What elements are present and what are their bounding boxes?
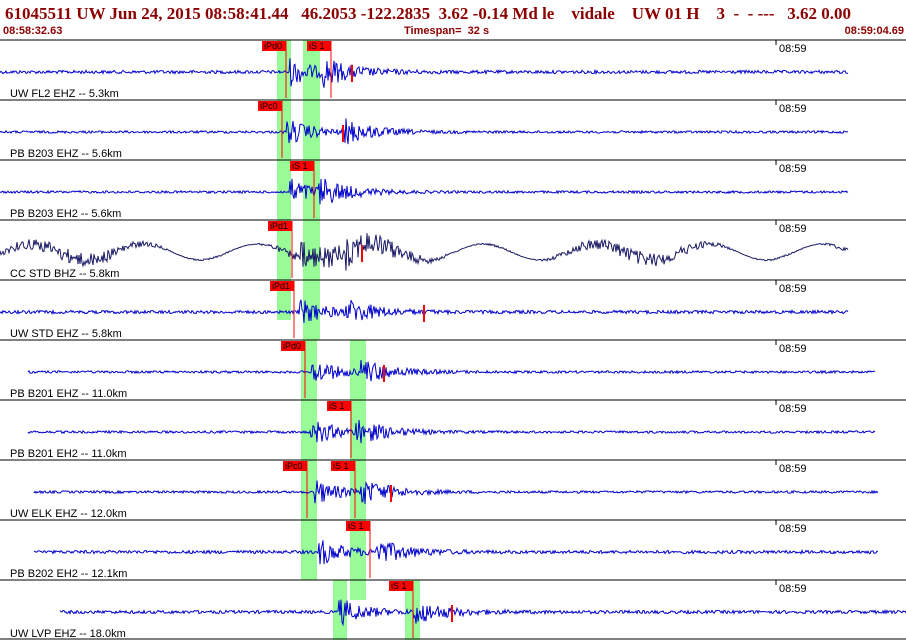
channel-label: PB B201 EHZ -- 11.0km [10,388,127,400]
time-tick-label: 08:59 [779,43,807,55]
waveform [33,480,879,504]
pick-label: iPd0 [264,41,282,51]
pick-label: iS 1 [309,41,325,51]
time-tick-label: 08:59 [779,523,807,535]
channel-trace[interactable]: iS 1 08:59 PB B201 EH2 -- 11.0km [0,399,906,460]
pick-window [350,580,366,600]
channel-label: UW LVP EHZ -- 18.0km [10,628,126,640]
pick-window [277,40,291,320]
pick-label: iS 1 [329,401,345,411]
pick-label: iPd1 [270,221,288,231]
pick-label: iS 1 [348,521,364,531]
channel-trace[interactable]: iPd0 iS 1 08:59 UW FL2 EHZ -- 5.3km [0,39,906,100]
channel-trace[interactable]: iS 1 08:59 UW LVP EHZ -- 18.0km [0,579,906,640]
pick-label: iPd0 [283,341,301,351]
waveform [0,118,848,145]
channel-label: CC STD BHZ -- 5.8km [10,268,119,280]
channel-label: PB B203 EHZ -- 5.6km [10,148,122,160]
time-tick-label: 08:59 [779,283,807,295]
pick-label: iPc0 [285,461,303,471]
time-tick-label: 08:59 [779,103,807,115]
time-tick-label: 08:59 [779,403,807,415]
channel-trace[interactable]: iS 1 08:59 PB B202 EH2 -- 12.1km [0,519,906,580]
waveform [27,420,876,444]
channel-trace[interactable]: iS 1 08:59 PB B203 EH2 -- 5.6km [0,159,906,220]
waveform [0,178,849,205]
channel-trace[interactable]: iPc0 08:59 PB B203 EHZ -- 5.6km [0,99,906,160]
pick-label: iS 1 [333,461,349,471]
pick-label: iPc0 [260,101,278,111]
waveform [59,599,906,627]
channel-label: PB B203 EH2 -- 5.6km [10,208,121,220]
waveform [0,233,849,271]
channel-label: UW FL2 EHZ -- 5.3km [10,88,119,100]
channel-label: UW STD EHZ -- 5.8km [10,328,122,340]
time-tick-label: 08:59 [779,223,807,235]
channel-label: PB B202 EH2 -- 12.1km [10,568,127,580]
time-tick-label: 08:59 [779,583,807,595]
pick-label: iS 1 [292,161,308,171]
waveform [33,540,878,565]
channel-label: PB B201 EH2 -- 11.0km [10,448,127,460]
time-tick-label: 08:59 [779,343,807,355]
seismogram-panel[interactable]: iPd0 iS 1 08:59 UW FL2 EHZ -- 5.3km iPc0 08:5… [0,0,906,640]
waveform [27,359,876,382]
pick-label: iS 1 [391,581,407,591]
channel-trace[interactable]: iPd1 08:59 CC STD BHZ -- 5.8km [0,219,906,280]
pick-label: iPd1 [272,281,290,291]
time-tick-label: 08:59 [779,463,807,475]
time-tick-label: 08:59 [779,163,807,175]
channel-trace[interactable]: iPd1 08:59 UW STD EHZ -- 5.8km [0,279,906,340]
channel-label: UW ELK EHZ -- 12.0km [10,508,127,520]
channel-trace[interactable]: iPd0 08:59 PB B201 EHZ -- 11.0km [0,339,906,400]
channel-trace[interactable]: iPc0 iS 1 08:59 UW ELK EHZ -- 12.0km [0,459,906,520]
waveform [0,58,849,88]
